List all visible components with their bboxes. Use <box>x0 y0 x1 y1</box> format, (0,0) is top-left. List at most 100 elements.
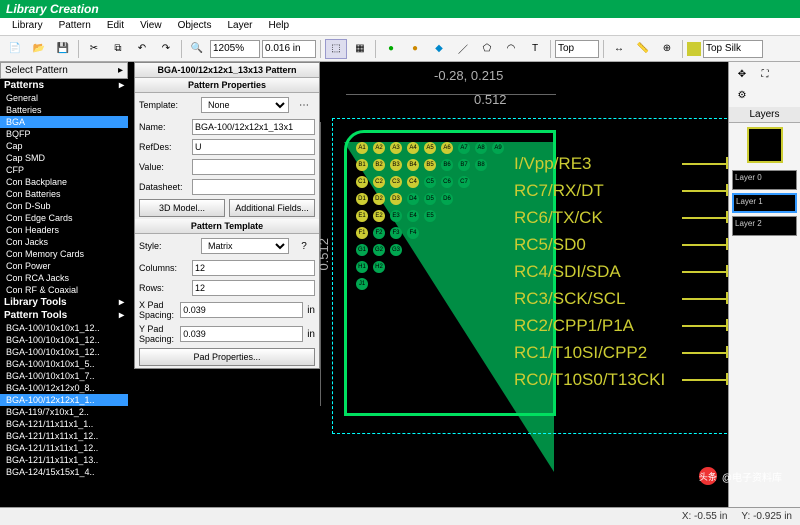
category-item[interactable]: Con Batteries <box>0 188 128 200</box>
3d-model-button[interactable]: 3D Model... <box>139 199 225 217</box>
ypad-field[interactable] <box>180 326 303 342</box>
pad-properties-button[interactable]: Pad Properties... <box>139 348 315 366</box>
mode-select[interactable] <box>555 40 599 58</box>
text-icon[interactable]: T <box>524 39 546 59</box>
pattern-item[interactable]: BGA-121/11x11x1_12.. <box>0 442 128 454</box>
value-label: Value: <box>139 162 188 172</box>
template-browse-icon[interactable]: ⋯ <box>293 95 315 115</box>
layer-select[interactable] <box>703 40 763 58</box>
value-field[interactable] <box>192 159 315 175</box>
new-icon[interactable]: 📄 <box>4 39 26 59</box>
line-icon[interactable]: ／ <box>452 39 474 59</box>
pad2-icon[interactable]: ● <box>404 39 426 59</box>
settings-icon[interactable]: ⚙ <box>731 85 753 105</box>
additional-fields-button[interactable]: Additional Fields... <box>229 199 315 217</box>
fit-icon[interactable]: ⛶ <box>754 64 776 84</box>
pattern-item[interactable]: BGA-100/10x10x1_5.. <box>0 358 128 370</box>
category-item[interactable]: Con Headers <box>0 224 128 236</box>
selection-box <box>332 118 728 434</box>
name-field[interactable] <box>192 119 315 135</box>
library-tools-header[interactable]: Library Tools▸ <box>0 296 128 309</box>
patterns-header[interactable]: Patterns▸ <box>0 79 128 92</box>
pan-icon[interactable]: ✥ <box>731 64 753 84</box>
ruler-icon[interactable]: 📏 <box>632 39 654 59</box>
pattern-item[interactable]: BGA-100/12x12x1_1.. <box>0 394 128 406</box>
category-item[interactable]: CFP <box>0 164 128 176</box>
template-label: Template: <box>139 100 197 110</box>
rows-field[interactable] <box>192 280 315 296</box>
layers-panel: ✥ ⛶ ⚙ Layers Layer 0 Layer 1 Layer 2 <box>728 62 800 507</box>
category-item[interactable]: Con Backplane <box>0 176 128 188</box>
pattern-item[interactable]: BGA-121/11x11x1_13.. <box>0 454 128 466</box>
category-item[interactable]: Con Power <box>0 260 128 272</box>
pattern-item[interactable]: BGA-124/15x15x1_4.. <box>0 466 128 478</box>
refdes-field[interactable] <box>192 139 315 155</box>
zoom-input[interactable] <box>210 40 260 58</box>
dim-horizontal: 0.512 <box>474 92 507 107</box>
xpad-field[interactable] <box>180 302 303 318</box>
pattern-tools-header[interactable]: Pattern Tools▸ <box>0 309 128 322</box>
save-icon[interactable]: 💾 <box>52 39 74 59</box>
origin-icon[interactable]: ⊕ <box>656 39 678 59</box>
category-item[interactable]: Con RF & Coaxial <box>0 284 128 296</box>
pattern-item[interactable]: BGA-100/10x10x1_12.. <box>0 346 128 358</box>
columns-field[interactable] <box>192 260 315 276</box>
category-item[interactable]: Con RCA Jacks <box>0 272 128 284</box>
category-item[interactable]: Con Memory Cards <box>0 248 128 260</box>
open-icon[interactable]: 📂 <box>28 39 50 59</box>
copy-icon[interactable]: ⧉ <box>107 39 129 59</box>
pattern-item[interactable]: BGA-121/11x11x1_12.. <box>0 430 128 442</box>
undo-icon[interactable]: ↶ <box>131 39 153 59</box>
xpad-label: X Pad Spacing: <box>139 300 176 320</box>
template-select[interactable]: None <box>201 97 289 113</box>
chevron-right-icon: ▸ <box>118 65 123 76</box>
menu-layer[interactable]: Layer <box>219 18 260 35</box>
pattern-item[interactable]: BGA-100/12x12x0_8.. <box>0 382 128 394</box>
category-item[interactable]: General <box>0 92 128 104</box>
category-item[interactable]: Batteries <box>0 104 128 116</box>
shape-icon[interactable]: ◆ <box>428 39 450 59</box>
watermark-text: @电子资料库 <box>722 469 782 484</box>
layer-item[interactable]: Layer 1 <box>732 193 797 213</box>
pad-icon[interactable]: ● <box>380 39 402 59</box>
select-icon[interactable]: ⬚ <box>325 39 347 59</box>
category-item[interactable]: Cap <box>0 140 128 152</box>
pattern-item[interactable]: BGA-119/7x10x1_2.. <box>0 406 128 418</box>
menu-objects[interactable]: Objects <box>170 18 220 35</box>
grid-icon[interactable]: ▦ <box>349 39 371 59</box>
chevron-right-icon: ▸ <box>119 297 124 308</box>
menu-view[interactable]: View <box>132 18 170 35</box>
dim-icon[interactable]: ↔ <box>608 39 630 59</box>
cut-icon[interactable]: ✂ <box>83 39 105 59</box>
style-select[interactable]: Matrix <box>201 238 289 254</box>
redo-icon[interactable]: ↷ <box>155 39 177 59</box>
datasheet-field[interactable] <box>192 179 315 195</box>
category-item[interactable]: Con Edge Cards <box>0 212 128 224</box>
arc-icon[interactable]: ◠ <box>500 39 522 59</box>
layer-item[interactable]: Layer 0 <box>732 170 797 190</box>
menu-edit[interactable]: Edit <box>99 18 132 35</box>
poly-icon[interactable]: ⬠ <box>476 39 498 59</box>
category-item[interactable]: BGA <box>0 116 128 128</box>
pattern-props-header: Pattern Properties <box>135 78 319 93</box>
category-item[interactable]: Con Jacks <box>0 236 128 248</box>
layercolor-icon[interactable] <box>687 42 701 56</box>
layers-header: Layers <box>729 107 800 123</box>
status-y: Y: -0.925 in <box>741 511 792 522</box>
category-item[interactable]: BQFP <box>0 128 128 140</box>
layer-item[interactable]: Layer 2 <box>732 216 797 236</box>
pattern-item[interactable]: BGA-100/10x10x1_7.. <box>0 370 128 382</box>
menu-library[interactable]: Library <box>4 18 51 35</box>
pattern-item[interactable]: BGA-121/11x11x1_1.. <box>0 418 128 430</box>
zoom-icon[interactable]: 🔍 <box>186 39 208 59</box>
pattern-item[interactable]: BGA-100/10x10x1_12.. <box>0 334 128 346</box>
grid-input[interactable] <box>262 40 316 58</box>
menu-pattern[interactable]: Pattern <box>51 18 99 35</box>
category-item[interactable]: Con D-Sub <box>0 200 128 212</box>
menu-help[interactable]: Help <box>260 18 297 35</box>
select-pattern-header[interactable]: Select Pattern▸ <box>0 62 128 79</box>
pattern-item[interactable]: BGA-100/10x10x1_12.. <box>0 322 128 334</box>
cursor-coord: -0.28, 0.215 <box>434 68 503 83</box>
category-item[interactable]: Cap SMD <box>0 152 128 164</box>
help-icon[interactable]: ? <box>293 236 315 256</box>
